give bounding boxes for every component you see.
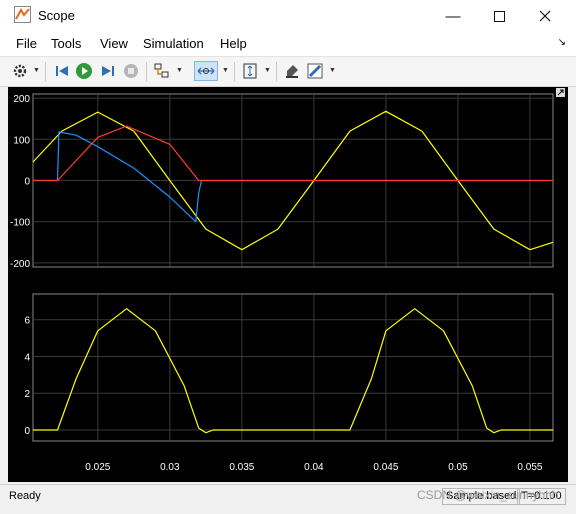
menu-simulation[interactable]: Simulation xyxy=(143,36,204,51)
matlab-icon xyxy=(14,6,31,23)
toolbar-separator xyxy=(45,62,46,81)
y-tick-label: 6 xyxy=(24,316,30,327)
y-tick-label: 0 xyxy=(24,426,30,437)
menu-file[interactable]: File xyxy=(16,36,37,51)
settings-dropdown-icon[interactable]: ▼ xyxy=(33,67,40,74)
y-tick-label: 4 xyxy=(24,352,30,363)
maximize-button[interactable] xyxy=(476,0,522,32)
step-forward-icon[interactable] xyxy=(98,61,118,81)
y-tick-label: 100 xyxy=(13,135,30,146)
x-tick-label: 0.05 xyxy=(448,462,468,473)
zoom-icon[interactable] xyxy=(194,61,218,81)
minimize-button[interactable]: — xyxy=(430,0,476,32)
axes-2 xyxy=(32,293,554,442)
highlight-icon[interactable] xyxy=(282,61,302,81)
zoom-dropdown-icon[interactable]: ▼ xyxy=(222,67,229,74)
y-tick-label: 0 xyxy=(24,177,30,188)
x-tick-label: 0.04 xyxy=(304,462,324,473)
toolbar: ▼ ▼ ▼ ▼ ▼ xyxy=(0,56,576,87)
signal-select-icon[interactable] xyxy=(152,61,172,81)
plot-area: -200 -100 0 100 200 0 2 4 6 0.025 0.03 0.035 0.04 0.0… xyxy=(8,87,568,482)
step-back-icon[interactable] xyxy=(52,61,72,81)
dock-arrow-icon[interactable]: ↘ xyxy=(558,37,566,48)
menu-tools[interactable]: Tools xyxy=(51,36,81,51)
x-tick-label: 0.025 xyxy=(85,462,110,473)
toolbar-separator xyxy=(146,62,147,81)
settings-icon[interactable] xyxy=(10,61,30,81)
x-tick-label: 0.055 xyxy=(517,462,542,473)
run-icon[interactable] xyxy=(74,61,94,81)
scope-plots[interactable]: -200 -100 0 100 200 0 2 4 6 0.025 0.03 0.035 0.04 0.0… xyxy=(8,87,568,482)
status-ready: Ready xyxy=(9,490,41,502)
close-button[interactable] xyxy=(522,0,568,32)
title-bar: Scope — xyxy=(0,0,576,32)
menu-view[interactable]: View xyxy=(100,36,128,51)
style-icon[interactable] xyxy=(305,61,325,81)
style-dropdown-icon[interactable]: ▼ xyxy=(329,67,336,74)
signal-select-dropdown-icon[interactable]: ▼ xyxy=(176,67,183,74)
autoscale-dropdown-icon[interactable]: ▼ xyxy=(264,67,271,74)
menu-help[interactable]: Help xyxy=(220,36,247,51)
toolbar-separator xyxy=(276,62,277,81)
y-tick-label: 200 xyxy=(13,94,30,105)
stop-icon[interactable] xyxy=(121,61,141,81)
y-tick-label: 2 xyxy=(24,389,30,400)
menu-bar: File Tools View Simulation Help ↘ xyxy=(0,32,576,56)
scope-window: Scope — File Tools View Simulation Help … xyxy=(0,0,576,514)
autoscale-icon[interactable] xyxy=(240,61,260,81)
watermark: CSDN @weixin_sunnyhhh xyxy=(417,488,559,502)
x-tick-label: 0.035 xyxy=(229,462,254,473)
x-tick-label: 0.045 xyxy=(373,462,398,473)
y-tick-label: -200 xyxy=(10,259,30,270)
toolbar-separator xyxy=(234,62,235,81)
window-title: Scope xyxy=(38,8,75,23)
x-tick-label: 0.03 xyxy=(160,462,180,473)
y-tick-label: -100 xyxy=(10,218,30,229)
